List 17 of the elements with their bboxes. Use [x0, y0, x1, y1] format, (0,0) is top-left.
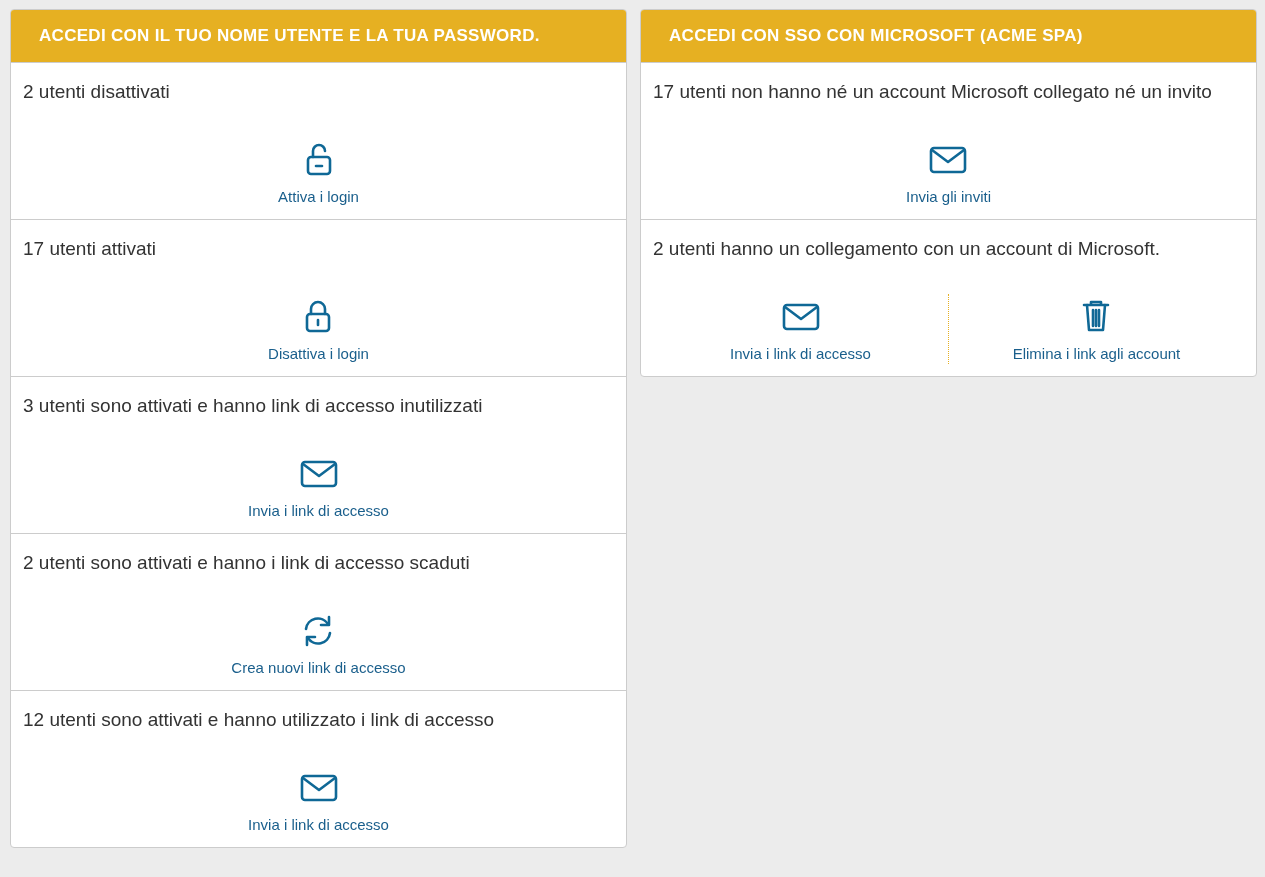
section-text: 2 utenti hanno un collegamento con un account di Microsoft. [653, 237, 1161, 261]
action-link[interactable]: Elimina i link agli account [1012, 294, 1181, 364]
action-link[interactable]: Invia i link di accesso [730, 294, 871, 364]
section-text: 3 utenti sono attivati e hanno link di accesso inutilizzati [23, 394, 484, 418]
section-text: 2 utenti disattivati [23, 80, 171, 104]
panel-header: ACCEDI CON IL TUO NOME UTENTE E LA TUA PASSWORD. [11, 10, 626, 62]
action-link[interactable]: Invia i link di accesso [248, 765, 389, 835]
section-text: 12 utenti sono attivati e hanno utilizzato i link di accesso [23, 708, 496, 732]
action-link[interactable]: Invia i link di accesso [248, 451, 389, 521]
action-link[interactable]: Crea nuovi link di accesso [231, 608, 406, 678]
panel-header: ACCEDI CON SSO CON MICROSOFT (ACME SPA) [641, 10, 1256, 62]
action-link[interactable]: Disattiva i login [268, 294, 369, 364]
section-text: 17 utenti attivati [23, 237, 158, 261]
section-text: 17 utenti non hanno né un account Microsoft collegato né un invito [653, 80, 1213, 104]
action-link[interactable]: Attiva i login [278, 137, 359, 207]
section-text: 2 utenti sono attivati e hanno i link di accesso scaduti [23, 551, 471, 575]
action-link[interactable]: Invia gli inviti [905, 137, 991, 207]
